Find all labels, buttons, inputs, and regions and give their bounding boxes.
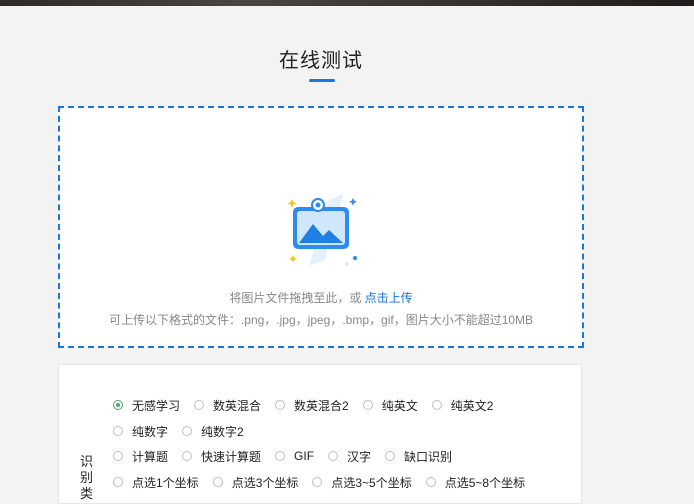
radio-icon [182,426,193,436]
radio-option[interactable]: 计算题 [113,448,168,465]
radio-icon [385,451,396,461]
radio-option[interactable]: 点选1个坐标 [113,474,199,491]
title-underline [309,79,335,82]
radio-icon [113,451,123,461]
radio-icon [328,451,339,461]
radio-icon [182,451,193,461]
radio-option[interactable]: 点选3~5个坐标 [312,474,412,491]
radio-icon [275,400,286,410]
options-panel: 识别类 无感学习 数英混合 数英混合2 纯英文 纯英文2 纯数字 纯数字2 计算… [58,364,582,504]
radio-option[interactable]: 无感学习 [113,397,180,414]
radio-row: 无感学习 数英混合 数英混合2 纯英文 纯英文2 [113,396,507,414]
radio-option[interactable]: 点选5~8个坐标 [425,474,525,491]
upload-hint: 将图片文件拖拽至此，或 点击上传 [60,289,582,306]
radio-option[interactable]: 点选3个坐标 [212,474,298,491]
recognition-type-label: 识别类 [80,454,94,501]
radio-option[interactable]: GIF [275,449,314,463]
radio-icon [275,451,286,461]
top-banner [0,0,694,6]
upload-formats-text: 可上传以下格式的文件：.png，.jpg，jpeg，.bmp，gif，图片大小不… [108,313,534,327]
radio-row: 点选1个坐标 点选3个坐标 点选3~5个坐标 点选5~8个坐标 [113,473,539,491]
radio-icon [194,400,205,410]
radio-option[interactable]: 纯数字2 [182,423,244,440]
radio-option[interactable]: 汉字 [328,448,371,465]
radio-icon [113,426,123,436]
radio-option[interactable]: 数英混合 [194,397,261,414]
radio-option[interactable]: 快速计算题 [182,448,261,465]
radio-option[interactable]: 纯数字 [113,423,168,440]
radio-icon [362,400,373,410]
page-title: 在线测试 [279,50,363,72]
upload-hint-text: 将图片文件拖拽至此，或 [229,291,365,305]
upload-link[interactable]: 点击上传 [365,291,413,305]
radio-option[interactable]: 数英混合2 [275,397,349,414]
radio-option[interactable]: 纯英文2 [431,397,493,414]
upload-dropzone[interactable]: 将图片文件拖拽至此，或 点击上传 可上传以下格式的文件：.png，.jpg，jp… [58,106,584,348]
radio-row: 纯数字 纯数字2 [113,422,258,440]
radio-icon [431,400,442,410]
radio-row: 计算题 快速计算题 GIF 汉字 缺口识别 [113,447,466,465]
radio-option[interactable]: 纯英文 [362,397,418,414]
radio-option[interactable]: 缺口识别 [385,448,452,465]
radio-checked-icon [113,400,123,410]
image-upload-icon [287,194,357,266]
